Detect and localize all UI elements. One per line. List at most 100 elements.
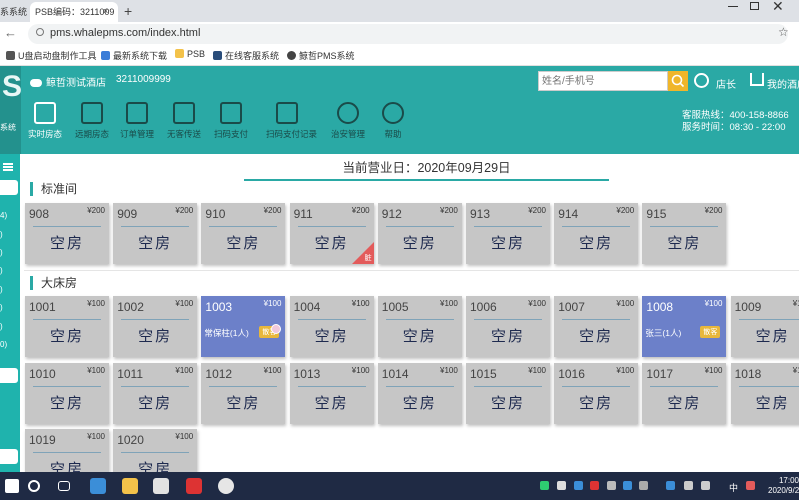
room-card[interactable]: 914 ¥200 空房	[554, 203, 639, 264]
room-number: 1016	[558, 366, 585, 381]
new-tab-button[interactable]: +	[124, 2, 132, 20]
tray-icon[interactable]	[623, 481, 632, 490]
room-card[interactable]: 913 ¥200 空房	[466, 203, 550, 264]
bookmark-item[interactable]: 在线客服系统	[213, 49, 279, 62]
bookmark-item[interactable]: 鲸哲PMS系统	[287, 49, 355, 62]
tray-icon[interactable]	[557, 481, 566, 490]
sidebar-count[interactable]: )	[0, 266, 3, 275]
room-card[interactable]: 910 ¥200 空房	[201, 203, 286, 264]
room-card[interactable]: 1008 ¥100 张三(1人) 散客	[642, 296, 727, 357]
search-button[interactable]	[668, 71, 688, 91]
ime-indicator[interactable]: 中	[729, 481, 738, 494]
hotel-name[interactable]: 鲸哲测试酒店	[30, 74, 106, 89]
tool-scan-pay-records[interactable]: 扫码支付记录	[266, 102, 317, 140]
network-icon[interactable]	[684, 481, 693, 490]
service-info: 客服热线：400-158-8866 服务时间：08:30 - 22:00	[682, 110, 789, 133]
tool-realtime-status[interactable]: 实时房态	[24, 102, 66, 140]
receipt-icon	[276, 102, 298, 124]
sidebar-count[interactable]: 0)	[0, 340, 7, 349]
tool-scan-pay[interactable]: 扫码支付	[210, 102, 252, 140]
sidebar-filter-field[interactable]	[0, 180, 18, 195]
sidebar-input[interactable]	[0, 368, 18, 383]
room-card[interactable]: 1010 ¥100 空房	[25, 362, 109, 424]
room-card[interactable]: 915 ¥200 空房	[642, 203, 727, 264]
input-method-icon[interactable]	[746, 481, 755, 490]
bookmark-star-icon[interactable]: ☆	[778, 25, 789, 39]
tool-future-status[interactable]: 远期房态	[71, 102, 113, 140]
room-card[interactable]: 911 ¥200 空房脏	[289, 203, 374, 264]
room-status: 空房	[667, 234, 702, 252]
windows-start-icon[interactable]	[5, 479, 19, 493]
bookmark-item[interactable]: U盘启动盘制作工具	[6, 49, 97, 62]
card-divider	[385, 385, 454, 387]
maximize-button[interactable]	[750, 2, 759, 10]
browser-tab[interactable]: 系系统	[0, 2, 28, 22]
tool-order-management[interactable]: 订单管理	[116, 102, 158, 140]
bluetooth-icon[interactable]	[666, 481, 675, 490]
room-card[interactable]: 1007 ¥100 空房	[554, 296, 639, 357]
room-card[interactable]: 1004 ¥100 空房	[289, 296, 374, 357]
room-card[interactable]: 1017 ¥100 空房	[642, 362, 727, 424]
chrome-icon[interactable]	[218, 478, 234, 494]
search-icon[interactable]	[28, 480, 40, 492]
room-card[interactable]: 1018 ¥100 空房	[730, 362, 799, 424]
sidebar-count[interactable]: 4)	[0, 211, 7, 220]
back-icon[interactable]: ←	[4, 25, 17, 40]
search-input[interactable]	[539, 72, 659, 90]
edge-icon[interactable]	[90, 478, 106, 494]
file-explorer-icon[interactable]	[122, 478, 138, 494]
user-name[interactable]: 店长	[716, 76, 736, 91]
room-card[interactable]: 1001 ¥100 空房	[25, 296, 109, 357]
sidebar-count[interactable]: )	[0, 285, 3, 294]
room-card[interactable]: 912 ¥200 空房	[377, 203, 462, 264]
tray-icon[interactable]	[574, 481, 583, 490]
tool-no-guest-upload[interactable]: 无客传送	[163, 102, 205, 140]
sidebar-count[interactable]: )	[0, 303, 3, 312]
room-card[interactable]: 1014 ¥100 空房	[377, 362, 462, 424]
url-text[interactable]: pms.whalepms.com/index.html	[50, 27, 200, 39]
room-status: 空房	[579, 234, 614, 252]
calendar-icon	[34, 102, 56, 124]
wechat-icon[interactable]	[540, 481, 549, 490]
room-card[interactable]: 1012 ¥100 空房	[201, 362, 286, 424]
tool-help[interactable]: 帮助	[372, 102, 414, 140]
business-date: 当前营业日：2020年09月29日	[244, 157, 609, 181]
sidebar-select[interactable]	[0, 449, 18, 464]
tray-icon[interactable]	[590, 481, 599, 490]
task-view-icon[interactable]	[58, 481, 70, 491]
address-row: ← → pms.whalepms.com/index.html ☆	[0, 22, 799, 46]
sidebar-count[interactable]: )	[0, 248, 3, 257]
sidebar-count[interactable]: )	[0, 322, 3, 331]
room-card[interactable]: 1015 ¥100 空房	[466, 362, 550, 424]
user-icon[interactable]	[694, 73, 709, 88]
my-hotel-link[interactable]: 我的酒店	[767, 76, 799, 91]
tray-icon[interactable]	[607, 481, 616, 490]
info-icon[interactable]	[36, 28, 44, 36]
room-card[interactable]: 1003 ¥100 常保柱(1人) 散客	[201, 296, 286, 357]
bookmark-item[interactable]: 最新系统下载	[101, 49, 167, 62]
window-close-button[interactable]: ✕	[772, 0, 784, 15]
app-icon[interactable]	[186, 478, 202, 494]
home-icon[interactable]	[750, 73, 764, 86]
sidebar-count[interactable]: )	[0, 230, 3, 239]
room-number: 1010	[29, 366, 56, 381]
room-card[interactable]: 1013 ¥100 空房	[289, 362, 374, 424]
minimize-button[interactable]	[728, 6, 738, 7]
close-tab-icon[interactable]: ×	[103, 5, 108, 17]
room-card[interactable]: 1011 ¥100 空房	[113, 362, 198, 424]
room-card[interactable]: 1016 ¥100 空房	[554, 362, 639, 424]
menu-icon[interactable]	[3, 163, 13, 171]
room-card[interactable]: 909 ¥200 空房	[113, 203, 198, 264]
tool-security[interactable]: 治安管理	[327, 102, 369, 140]
clock[interactable]: 17:00 2020/9/2	[768, 476, 799, 496]
tray-icon[interactable]	[639, 481, 648, 490]
bookmark-item[interactable]: PSB	[175, 49, 205, 59]
room-card[interactable]: 1005 ¥100 空房	[377, 296, 462, 357]
store-icon[interactable]	[153, 478, 169, 494]
room-card[interactable]: 1009 ¥100 空房	[730, 296, 799, 357]
room-card[interactable]: 1002 ¥100 空房	[113, 296, 198, 357]
room-card[interactable]: 908 ¥200 空房	[25, 203, 109, 264]
volume-icon[interactable]	[701, 481, 710, 490]
room-number: 909	[117, 207, 138, 221]
room-card[interactable]: 1006 ¥100 空房	[466, 296, 550, 357]
